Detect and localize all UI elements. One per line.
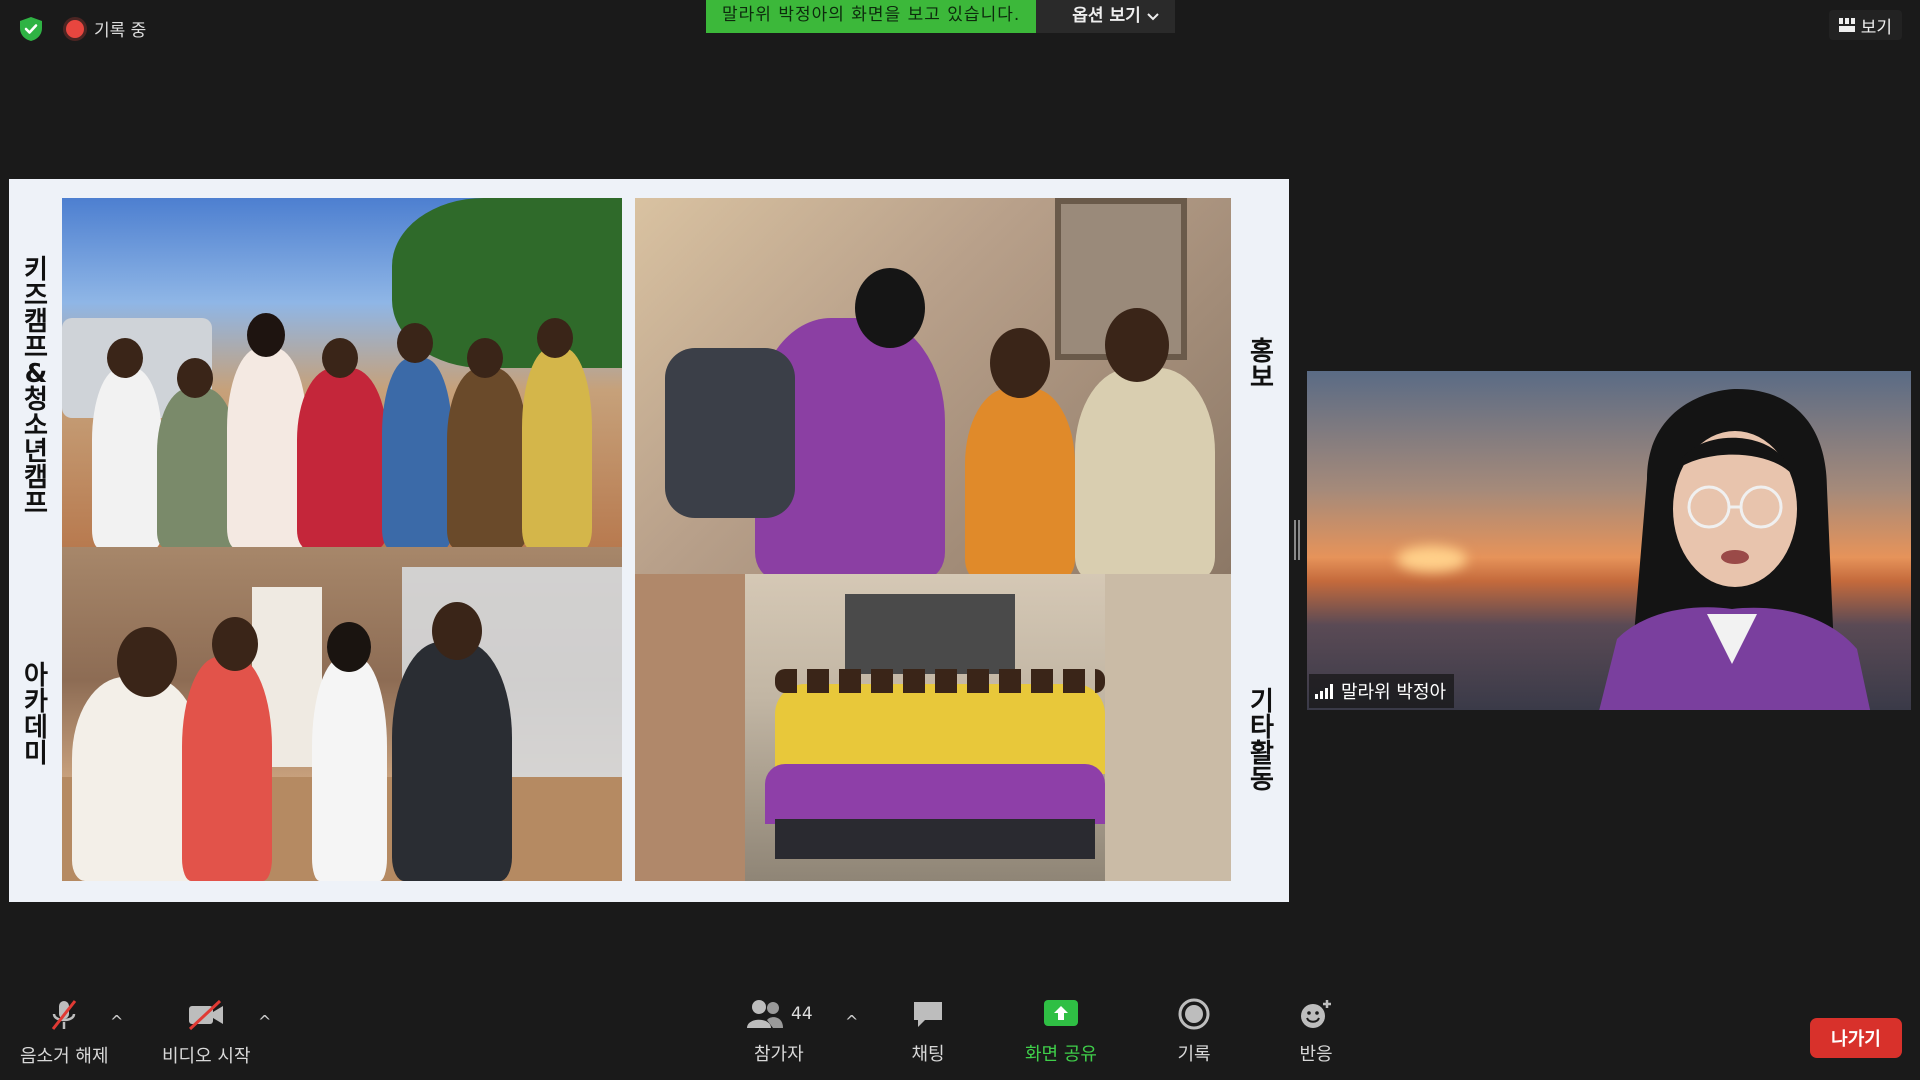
video-camera-off-icon [189,999,224,1031]
record-button[interactable]: 기록 [1177,998,1211,1066]
grid-view-icon [1838,18,1855,32]
screen-share-banner: 말라위 박정아의 화면을 보고 있습니다. 옵션 보기 [706,0,1175,33]
recording-indicator[interactable]: 기록 중 [66,16,146,41]
meeting-toolbar: 음소거 해제 ^ 비디오 시작 ^ 44 참가자 ^ 채팅 화면 공유 기록 반… [0,990,1920,1080]
reactions-button[interactable]: 반응 [1298,998,1334,1066]
chevron-down-icon [1147,12,1159,20]
participants-options-caret[interactable]: ^ [845,1012,858,1031]
photo-other-activities [635,574,1231,881]
speaker-figure [1599,389,1871,710]
view-layout-button[interactable]: 보기 [1828,10,1902,40]
photo-promotion [635,198,1231,574]
speaker-name-tag: 말라위 박정아 [1309,674,1455,708]
recording-dot-icon [66,19,84,38]
audio-options-caret[interactable]: ^ [110,1012,123,1031]
recording-label: 기록 중 [94,21,147,41]
speaker-name: 말라위 박정아 [1341,682,1447,703]
security-shield-icon[interactable] [18,16,44,42]
reactions-label: 반응 [1299,1044,1333,1065]
start-video-button[interactable]: 비디오 시작 [162,998,251,1068]
sunset-glow [1397,546,1467,572]
chat-button[interactable]: 채팅 [911,998,945,1066]
share-screen-icon [1043,1000,1078,1026]
slide-label-other-activities: 기타활동 [1250,687,1274,795]
record-icon [1178,998,1210,1030]
slide-label-academy: 아카데미 [24,661,48,769]
view-options-button[interactable]: 옵션 보기 [1036,0,1175,33]
video-options-caret[interactable]: ^ [258,1012,271,1031]
participants-label: 참가자 [753,1044,804,1065]
shared-screen-slide: 키즈캠프 & 청소년캠프 아카데미 홍보 기타활동 [9,179,1289,902]
record-label: 기록 [1177,1044,1211,1065]
photo-academy [62,547,622,881]
microphone-muted-icon [52,1000,77,1030]
speaker-video-tile[interactable]: 말라위 박정아 [1307,371,1911,710]
slide-label-promotion: 홍보 [1250,337,1274,393]
panel-resize-handle[interactable] [1294,520,1300,560]
photo-kids-camp [62,198,622,547]
share-screen-button[interactable]: 화면 공유 [1025,998,1097,1066]
unmute-button[interactable]: 음소거 해제 [20,998,109,1068]
signal-strength-icon [1315,683,1333,699]
participants-count: 44 [791,1004,813,1024]
reactions-smiley-icon [1301,1000,1331,1028]
leave-meeting-button[interactable]: 나가기 [1810,1018,1902,1058]
start-video-label: 비디오 시작 [162,1046,251,1067]
share-screen-label: 화면 공유 [1025,1044,1097,1065]
chat-label: 채팅 [911,1044,945,1065]
unmute-label: 음소거 해제 [20,1046,109,1067]
chat-bubble-icon [914,1002,942,1027]
view-options-label: 옵션 보기 [1072,6,1141,26]
participants-icon [747,1000,783,1028]
participants-button[interactable]: 44 참가자 [745,998,813,1066]
share-banner-message: 말라위 박정아의 화면을 보고 있습니다. [706,0,1037,33]
slide-label-kids-camp: 키즈캠프 & 청소년캠프 [24,255,48,519]
view-layout-label: 보기 [1860,17,1892,38]
